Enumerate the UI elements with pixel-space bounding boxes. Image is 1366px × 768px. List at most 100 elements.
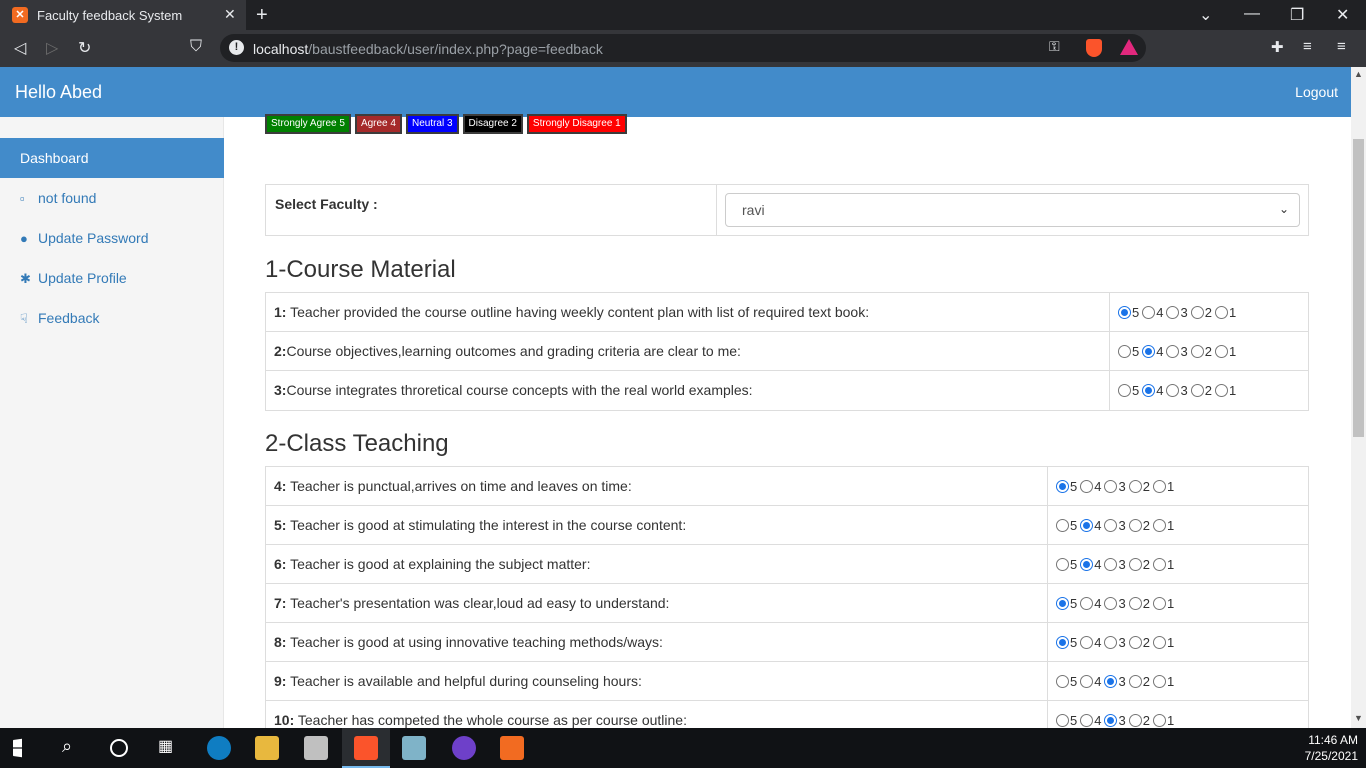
browser-tab[interactable]: ✕ Faculty feedback System ✕ [0, 0, 246, 30]
rating-radio-1[interactable] [1152, 714, 1166, 727]
tab-close-icon[interactable]: ✕ [224, 6, 236, 23]
logout-link[interactable]: Logout [1295, 84, 1338, 100]
search-icon[interactable]: ⌕ [62, 736, 86, 760]
scroll-up-icon[interactable]: ▲ [1354, 69, 1363, 79]
rating-label: 5 [1070, 479, 1078, 494]
rating-radio-1[interactable] [1152, 636, 1166, 649]
rating-radio-3[interactable] [1166, 345, 1180, 358]
rating-radio-2[interactable] [1128, 519, 1142, 532]
rating-options: 5 4 3 2 1 [1056, 518, 1177, 533]
question-label: Teacher is good at stimulating the inter… [286, 517, 687, 533]
brave-shield-icon[interactable] [1086, 39, 1102, 57]
rating-radio-2[interactable] [1190, 345, 1204, 358]
extensions-icon[interactable]: ✚ [1271, 38, 1284, 56]
brave-icon[interactable] [354, 736, 378, 760]
rating-radio-3[interactable] [1104, 480, 1118, 493]
rating-radio-2[interactable] [1128, 558, 1142, 571]
rating-radio-3[interactable] [1104, 558, 1118, 571]
question-text: 1: Teacher provided the course outline h… [274, 304, 869, 320]
rating-radio-4[interactable] [1080, 597, 1094, 610]
scroll-thumb[interactable] [1353, 139, 1364, 437]
question-number: 10: [274, 712, 295, 728]
sidebar-item-feedback[interactable]: ☟ Feedback [0, 298, 224, 338]
rating-radio-4[interactable] [1142, 306, 1156, 319]
rating-radio-1[interactable] [1152, 480, 1166, 493]
rating-radio-2[interactable] [1128, 636, 1142, 649]
rating-radio-5[interactable] [1056, 597, 1069, 610]
rating-radio-4[interactable] [1142, 345, 1156, 358]
rating-radio-2[interactable] [1128, 480, 1142, 493]
sidebar-item-update-profile[interactable]: ✱ Update Profile [0, 258, 224, 298]
rating-radio-5[interactable] [1056, 558, 1069, 571]
rating-radio-3[interactable] [1104, 636, 1118, 649]
rating-radio-5[interactable] [1118, 306, 1131, 319]
address-bar[interactable]: ! localhost/baustfeedback/user/index.php… [220, 34, 1146, 62]
rating-radio-2[interactable] [1190, 306, 1204, 319]
playlist-icon[interactable]: ≡ [1303, 38, 1312, 55]
windows-start-icon[interactable] [13, 738, 22, 758]
rating-radio-1[interactable] [1152, 519, 1166, 532]
rating-radio-5[interactable] [1056, 675, 1069, 688]
rating-radio-1[interactable] [1214, 345, 1228, 358]
minimize-icon[interactable]: — [1244, 5, 1260, 23]
rating-radio-1[interactable] [1214, 306, 1228, 319]
faculty-select[interactable]: ravi ⌄ [725, 193, 1300, 227]
rating-radio-2[interactable] [1190, 384, 1204, 397]
restore-icon[interactable]: ❐ [1290, 5, 1304, 25]
task-view-icon[interactable]: ▦ [158, 736, 182, 760]
rating-radio-5[interactable] [1056, 519, 1069, 532]
brave-rewards-icon[interactable] [1120, 39, 1138, 55]
window-close-icon[interactable]: ✕ [1336, 5, 1349, 25]
rating-radio-3[interactable] [1104, 714, 1118, 727]
github-icon[interactable] [452, 736, 476, 760]
rating-radio-3[interactable] [1104, 597, 1118, 610]
back-icon[interactable]: ◁ [14, 38, 26, 58]
rating-radio-2[interactable] [1128, 597, 1142, 610]
cortana-icon[interactable] [110, 739, 128, 757]
rating-radio-5[interactable] [1056, 480, 1069, 493]
rating-radio-1[interactable] [1152, 597, 1166, 610]
rating-radio-1[interactable] [1214, 384, 1228, 397]
edge-icon[interactable] [207, 736, 231, 760]
rating-radio-3[interactable] [1166, 384, 1180, 397]
page-scrollbar[interactable]: ▲ ▼ [1351, 67, 1366, 728]
menu-icon[interactable]: ≡ [1337, 38, 1346, 55]
sidebar-item-broken-image[interactable]: ▫ not found [0, 178, 224, 218]
rating-radio-4[interactable] [1080, 636, 1094, 649]
rating-radio-5[interactable] [1056, 636, 1069, 649]
rating-radio-4[interactable] [1080, 519, 1094, 532]
system-clock[interactable]: 11:46 AM 7/25/2021 [1305, 732, 1358, 764]
rating-radio-1[interactable] [1152, 675, 1166, 688]
forward-icon[interactable]: ▷ [46, 38, 58, 58]
rating-radio-3[interactable] [1104, 675, 1118, 688]
rating-radio-2[interactable] [1128, 714, 1142, 727]
rating-radio-5[interactable] [1056, 714, 1069, 727]
xampp-icon[interactable] [500, 736, 524, 760]
app-icon[interactable] [402, 736, 426, 760]
sidebar-item-update-password[interactable]: ● Update Password [0, 218, 224, 258]
new-tab-icon[interactable]: + [256, 4, 268, 27]
bookmark-icon[interactable]: ⛉ [190, 38, 202, 56]
rating-radio-4[interactable] [1080, 714, 1094, 727]
key-icon[interactable]: ⚿ [1049, 38, 1060, 55]
store-icon[interactable] [304, 736, 328, 760]
rating-radio-3[interactable] [1104, 519, 1118, 532]
sidebar-item-dashboard[interactable]: Dashboard [0, 138, 224, 178]
tab-search-icon[interactable]: ⌄ [1199, 5, 1212, 25]
reload-icon[interactable]: ↻ [78, 38, 91, 58]
rating-radio-4[interactable] [1080, 558, 1094, 571]
file-explorer-icon[interactable] [255, 736, 279, 760]
rating-radio-5[interactable] [1118, 345, 1131, 358]
question-row: 7: Teacher's presentation was clear,loud… [266, 584, 1308, 623]
rating-radio-1[interactable] [1152, 558, 1166, 571]
rating-radio-5[interactable] [1118, 384, 1131, 397]
rating-radio-3[interactable] [1166, 306, 1180, 319]
rating-radio-4[interactable] [1080, 480, 1094, 493]
scroll-down-icon[interactable]: ▼ [1354, 713, 1363, 723]
section-title-course-material: 1-Course Material [265, 256, 456, 283]
rating-radio-4[interactable] [1142, 384, 1156, 397]
url-text[interactable]: localhost/baustfeedback/user/index.php?p… [253, 41, 603, 57]
rating-radio-2[interactable] [1128, 675, 1142, 688]
rating-radio-4[interactable] [1080, 675, 1094, 688]
site-info-icon[interactable]: ! [229, 40, 244, 55]
